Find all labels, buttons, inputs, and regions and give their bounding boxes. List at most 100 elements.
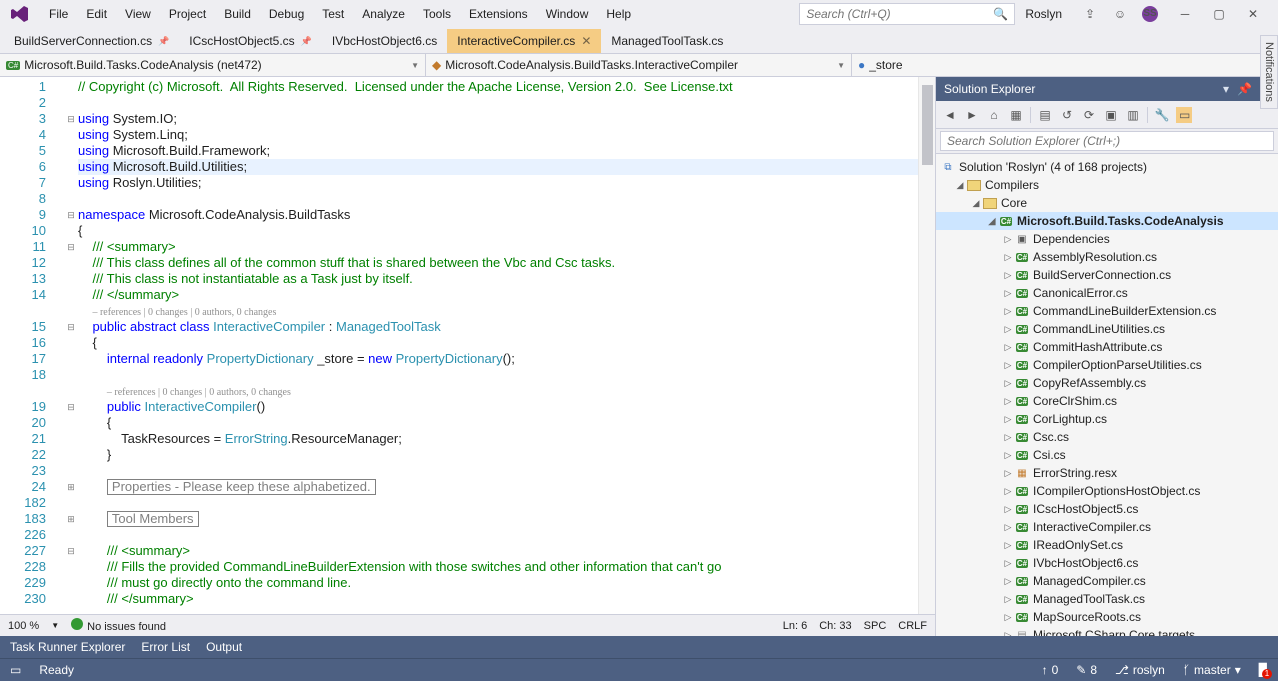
sync-icon[interactable]: ↺ (1059, 108, 1075, 122)
doc-tab[interactable]: ICscHostObject5.cs 📌 (179, 29, 322, 53)
menu-edit[interactable]: Edit (77, 3, 116, 25)
pin-icon[interactable]: 📌 (158, 36, 169, 47)
file-node[interactable]: ▷C#ManagedCompiler.cs (936, 572, 1278, 590)
pending-changes-filter-icon[interactable]: ▤ (1037, 108, 1053, 122)
home-icon[interactable]: ⌂ (986, 108, 1002, 122)
repo-name[interactable]: ⎇ roslyn (1115, 663, 1165, 677)
file-node[interactable]: ▷C#InteractiveCompiler.cs (936, 518, 1278, 536)
fold-column[interactable]: ⊟⊟⊟⊟⊟⊞⊞⊟ (64, 77, 78, 614)
tool-tab[interactable]: Output (206, 640, 242, 654)
notifications-tab[interactable]: Notifications (1260, 35, 1278, 109)
doc-tab[interactable]: IVbcHostObject6.cs (322, 29, 447, 53)
forward-icon[interactable]: ► (964, 108, 980, 122)
menu-view[interactable]: View (116, 3, 160, 25)
solution-toolbar: ◄ ► ⌂ ▦ ▤ ↺ ⟳ ▣ ▥ 🔧 ▭ (936, 101, 1278, 129)
solution-search[interactable] (936, 129, 1278, 154)
status-bar: ▭ Ready ↑ 0 ✎ 8 ⎇ roslyn ᚶ master ▾ ▉ (0, 658, 1278, 681)
close-icon[interactable]: ✕ (581, 34, 591, 48)
branch-name[interactable]: ᚶ master ▾ (1183, 663, 1241, 677)
solution-node[interactable]: ⧉Solution 'Roslyn' (4 of 168 projects) (936, 158, 1278, 176)
preview-selected-icon[interactable]: ▭ (1176, 107, 1192, 123)
switch-views-icon[interactable]: ▦ (1008, 108, 1024, 122)
file-node[interactable]: ▷C#AssemblyResolution.cs (936, 248, 1278, 266)
file-node[interactable]: ▷C#ManagedToolTask.cs (936, 590, 1278, 608)
file-node[interactable]: ▷C#IVbcHostObject6.cs (936, 554, 1278, 572)
menu-analyze[interactable]: Analyze (353, 3, 414, 25)
tool-tab[interactable]: Task Runner Explorer (10, 640, 125, 654)
file-node[interactable]: ▷C#CoreClrShim.cs (936, 392, 1278, 410)
live-share-icon[interactable]: ⇪ (1082, 6, 1098, 22)
project-node[interactable]: ◢C#Microsoft.Build.Tasks.CodeAnalysis (936, 212, 1278, 230)
file-node[interactable]: ▷C#ICscHostObject5.cs (936, 500, 1278, 518)
tab-label: BuildServerConnection.cs (14, 34, 152, 48)
file-node[interactable]: ▷C#CorLightup.cs (936, 410, 1278, 428)
pin-icon[interactable]: 📌 (1237, 82, 1252, 96)
folder-node[interactable]: ◢Compilers (936, 176, 1278, 194)
file-node[interactable]: ▷C#ICompilerOptionsHostObject.cs (936, 482, 1278, 500)
file-node[interactable]: ▷C#IReadOnlySet.cs (936, 536, 1278, 554)
menubar: FileEditViewProjectBuildDebugTestAnalyze… (0, 0, 1278, 27)
refresh-icon[interactable]: ⟳ (1081, 108, 1097, 122)
doc-tab[interactable]: ManagedToolTask.cs (601, 29, 733, 53)
tab-label: ManagedToolTask.cs (611, 34, 723, 48)
file-node[interactable]: ▷C#CompilerOptionParseUtilities.cs (936, 356, 1278, 374)
menu-tools[interactable]: Tools (414, 3, 460, 25)
show-all-files-icon[interactable]: ▥ (1125, 108, 1141, 122)
editor-statusbar: 100 % ▼ No issues found Ln: 6 Ch: 33 SPC… (0, 614, 935, 636)
menu-debug[interactable]: Debug (260, 3, 313, 25)
menu-extensions[interactable]: Extensions (460, 3, 537, 25)
account-name[interactable]: Roslyn (1015, 5, 1072, 23)
notifications-icon[interactable]: ▉ (1259, 663, 1268, 677)
nav-member-combo[interactable]: ●_store▼ (852, 54, 1278, 76)
file-node[interactable]: ▷C#BuildServerConnection.cs (936, 266, 1278, 284)
publish-status[interactable]: ↑ 0 (1042, 663, 1059, 677)
tool-tab[interactable]: Error List (141, 640, 190, 654)
file-node[interactable]: ▷▦ErrorString.resx (936, 464, 1278, 482)
code-area[interactable]: // Copyright (c) Microsoft. All Rights R… (78, 77, 918, 614)
minimize-button[interactable]: ─ (1168, 1, 1202, 27)
folder-node[interactable]: ◢Core (936, 194, 1278, 212)
menu-file[interactable]: File (40, 3, 77, 25)
file-node[interactable]: ▷C#MapSourceRoots.cs (936, 608, 1278, 626)
zoom-dropdown-icon[interactable]: ▼ (51, 621, 59, 630)
collapse-all-icon[interactable]: ▣ (1103, 108, 1119, 122)
file-node[interactable]: ▷C#CanonicalError.cs (936, 284, 1278, 302)
solution-search-input[interactable] (940, 131, 1274, 151)
file-node[interactable]: ▷C#CommandLineUtilities.cs (936, 320, 1278, 338)
quick-search-input[interactable] (806, 7, 993, 21)
back-icon[interactable]: ◄ (942, 108, 958, 122)
solution-explorer: Solution Explorer ▾📌✕ ◄ ► ⌂ ▦ ▤ ↺ ⟳ ▣ ▥ … (935, 77, 1278, 636)
panel-menu-icon[interactable]: ▾ (1223, 82, 1229, 96)
file-node[interactable]: ▷C#CopyRefAssembly.cs (936, 374, 1278, 392)
pin-icon[interactable]: 📌 (301, 36, 312, 47)
file-node[interactable]: ▷C#CommandLineBuilderExtension.cs (936, 302, 1278, 320)
nav-project-combo[interactable]: C#Microsoft.Build.Tasks.CodeAnalysis (ne… (0, 54, 426, 76)
file-node[interactable]: ▷C#CommitHashAttribute.cs (936, 338, 1278, 356)
file-node[interactable]: ▷C#Csi.cs (936, 446, 1278, 464)
file-node[interactable]: ▷▤Microsoft.CSharp.Core.targets (936, 626, 1278, 636)
vertical-scrollbar[interactable] (918, 77, 935, 614)
doc-tab[interactable]: InteractiveCompiler.cs✕ (447, 29, 601, 53)
feedback-icon[interactable]: ☺ (1112, 6, 1128, 22)
tab-label: ICscHostObject5.cs (189, 34, 294, 48)
menu-project[interactable]: Project (160, 3, 215, 25)
quick-search[interactable]: 🔍 (799, 3, 1015, 25)
close-button[interactable]: ✕ (1236, 1, 1270, 27)
pending-edits[interactable]: ✎ 8 (1076, 663, 1097, 677)
menu-build[interactable]: Build (215, 3, 260, 25)
avatar[interactable]: SS (1142, 6, 1158, 22)
solution-explorer-title: Solution Explorer ▾📌✕ (936, 77, 1278, 101)
dependencies-node[interactable]: ▷▣Dependencies (936, 230, 1278, 248)
menu-test[interactable]: Test (313, 3, 353, 25)
solution-tree[interactable]: ⧉Solution 'Roslyn' (4 of 168 projects)◢C… (936, 154, 1278, 636)
doc-tab[interactable]: BuildServerConnection.cs 📌 (4, 29, 179, 53)
eol-mode: CRLF (898, 620, 927, 632)
properties-icon[interactable]: 🔧 (1154, 108, 1170, 122)
nav-class-combo[interactable]: ◆Microsoft.CodeAnalysis.BuildTasks.Inter… (426, 54, 852, 76)
code-editor[interactable]: 1234567891011121314151617181920212223241… (0, 77, 935, 636)
zoom-level[interactable]: 100 % (8, 620, 39, 632)
file-node[interactable]: ▷C#Csc.cs (936, 428, 1278, 446)
menu-help[interactable]: Help (597, 3, 640, 25)
menu-window[interactable]: Window (537, 3, 598, 25)
maximize-button[interactable]: ▢ (1202, 1, 1236, 27)
